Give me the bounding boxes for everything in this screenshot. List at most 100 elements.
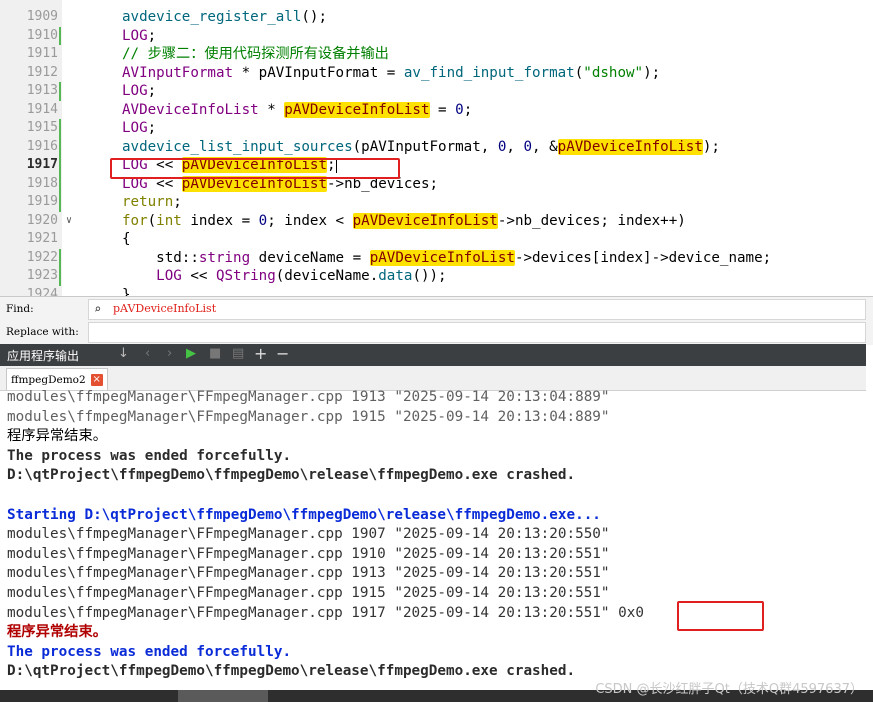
code-token: ->devices[index]->device_name; <box>514 249 772 266</box>
code-text: avdevice_register_all(); <box>122 8 327 27</box>
code-token: for <box>122 212 148 229</box>
highlight-box-line-1917 <box>110 158 400 179</box>
code-token: = <box>429 101 456 118</box>
code-line[interactable]: 1920 ∨ for(int index = 0; index < pAVDevic… <box>0 212 873 231</box>
code-line[interactable]: 1914 AVDeviceInfoList * pAVDeviceInfoList… <box>0 101 873 120</box>
line-number: 1917 <box>26 157 58 172</box>
code-token: * <box>258 101 285 118</box>
code-token: ()); <box>412 268 447 284</box>
code-token: } <box>122 286 131 297</box>
change-marker <box>59 248 61 267</box>
output-tab-bar: ffmpegDemo2 × <box>0 366 866 391</box>
code-token: avdevice_register_all <box>122 9 302 25</box>
code-line[interactable]: 1916 avdevice_list_input_sources(pAVInput… <box>0 137 873 157</box>
output-line: D:\qtProject\ffmpegDemo\ffmpegDemo\relea… <box>7 467 576 484</box>
stop-icon[interactable]: ■ <box>209 346 221 361</box>
code-token: (deviceName. <box>275 268 379 284</box>
application-output[interactable]: modules\ffmpegManager\FFmpegManager.cpp … <box>0 390 873 690</box>
run-icon[interactable]: ▶ <box>186 346 196 361</box>
bottom-tab-3[interactable] <box>290 690 350 702</box>
output-panel-title: 应用程序输出 <box>7 349 80 363</box>
code-token: ; <box>173 194 182 210</box>
plus-icon[interactable]: + <box>254 344 267 363</box>
code-token: 0 <box>523 138 533 155</box>
code-token: AVInputFormat <box>122 64 234 81</box>
line-number: 1916 <box>26 138 58 154</box>
code-line[interactable]: 1910 LOG; <box>0 26 873 45</box>
code-token: ; <box>147 120 157 136</box>
code-token: return <box>122 194 174 210</box>
line-number: 1913 <box>26 83 58 98</box>
code-token: data <box>378 268 413 284</box>
code-token: ->nb_devices; index++) <box>497 212 686 229</box>
line-number: 1920 <box>26 212 58 228</box>
watermark: CSDN @长沙红胖子Qt（技术Q群4597637） <box>595 682 863 697</box>
code-token: , & <box>532 138 558 155</box>
code-line[interactable]: 1921 { <box>0 230 873 249</box>
code-token: ; <box>147 27 157 44</box>
output-line: modules\ffmpegManager\FFmpegManager.cpp … <box>7 408 610 425</box>
code-line[interactable]: 1911 // 步骤二：使用代码探测所有设备并输出 <box>0 45 873 64</box>
highlight-box-null-output <box>677 601 764 631</box>
find-input-value: pAVDeviceInfoList <box>113 302 217 315</box>
attach-icon[interactable]: ↓ <box>118 346 129 361</box>
code-text: avdevice_list_input_sources(pAVInputForm… <box>122 138 720 157</box>
code-line[interactable]: 1919 return; <box>0 193 873 212</box>
change-marker <box>59 174 61 193</box>
code-token: ; <box>147 83 157 99</box>
bottom-tab-app-output[interactable] <box>178 690 268 702</box>
output-line: modules\ffmpegManager\FFmpegManager.cpp … <box>7 565 610 582</box>
code-line[interactable]: 1915 LOG; <box>0 119 873 138</box>
code-token: "dshow" <box>583 64 644 81</box>
find-label: Find: <box>6 303 34 315</box>
change-marker <box>59 156 61 175</box>
code-text: { <box>122 230 131 249</box>
code-token: 0 <box>258 212 268 229</box>
line-number: 1923 <box>26 268 58 283</box>
code-token: LOG <box>122 27 148 44</box>
code-line[interactable]: 1924} <box>0 286 873 297</box>
code-text: AVDeviceInfoList * pAVDeviceInfoList = 0… <box>122 101 472 120</box>
replace-input[interactable] <box>88 322 866 343</box>
search-match: pAVDeviceInfoList <box>284 101 430 118</box>
code-line[interactable]: 1923 LOG << QString(deviceName.data()); <box>0 267 873 286</box>
output-line: 程序异常结束。 <box>7 624 108 641</box>
fold-arrow-icon[interactable]: ∨ <box>66 212 72 231</box>
code-token: * pAVInputFormat = <box>233 64 404 81</box>
line-number: 1910 <box>26 27 58 43</box>
close-icon[interactable]: × <box>90 373 103 386</box>
code-text: for(int index = 0; index < pAVDeviceInfo… <box>122 212 686 231</box>
line-number: 1915 <box>26 120 58 135</box>
code-token: << <box>181 268 216 284</box>
change-marker <box>59 193 61 212</box>
code-line[interactable]: 1912 AVInputFormat * pAVInputFormat = av_… <box>0 64 873 83</box>
clear-icon[interactable]: ▤ <box>232 346 244 361</box>
next-icon[interactable]: › <box>167 346 172 361</box>
code-text: LOG << QString(deviceName.data()); <box>122 267 447 286</box>
line-number: 1924 <box>26 286 58 297</box>
code-token: LOG <box>156 268 182 284</box>
code-token: ); <box>643 64 661 81</box>
code-token: AVDeviceInfoList <box>122 101 259 118</box>
code-line[interactable]: 1909 avdevice_register_all(); <box>0 8 873 27</box>
code-line[interactable]: 1922 std::string deviceName = pAVDeviceI… <box>0 248 873 268</box>
replace-label: Replace with: <box>6 326 79 338</box>
line-number: 1918 <box>26 175 58 191</box>
code-token: LOG <box>122 120 148 136</box>
code-editor[interactable]: - - - - - - 1909avdevice_register_all();… <box>0 0 873 296</box>
minus-icon[interactable]: − <box>276 344 289 363</box>
change-marker <box>59 119 61 138</box>
bottom-tab-1[interactable] <box>20 690 80 702</box>
code-token: index = <box>181 212 259 229</box>
code-token: deviceName = <box>250 249 370 266</box>
code-line[interactable]: 1913 LOG; <box>0 82 873 101</box>
previous-icon[interactable]: ‹ <box>145 346 150 361</box>
code-token: QString <box>215 268 276 284</box>
code-text: std::string deviceName = pAVDeviceInfoLi… <box>122 249 771 268</box>
output-line: The process was ended forcefully. <box>7 643 292 660</box>
tab-ffmpegdemo2[interactable]: ffmpegDemo2 × <box>6 368 108 390</box>
find-input[interactable]: ⌕ pAVDeviceInfoList <box>88 299 866 320</box>
code-token: ; index < <box>267 212 353 229</box>
code-token: int <box>156 212 182 229</box>
